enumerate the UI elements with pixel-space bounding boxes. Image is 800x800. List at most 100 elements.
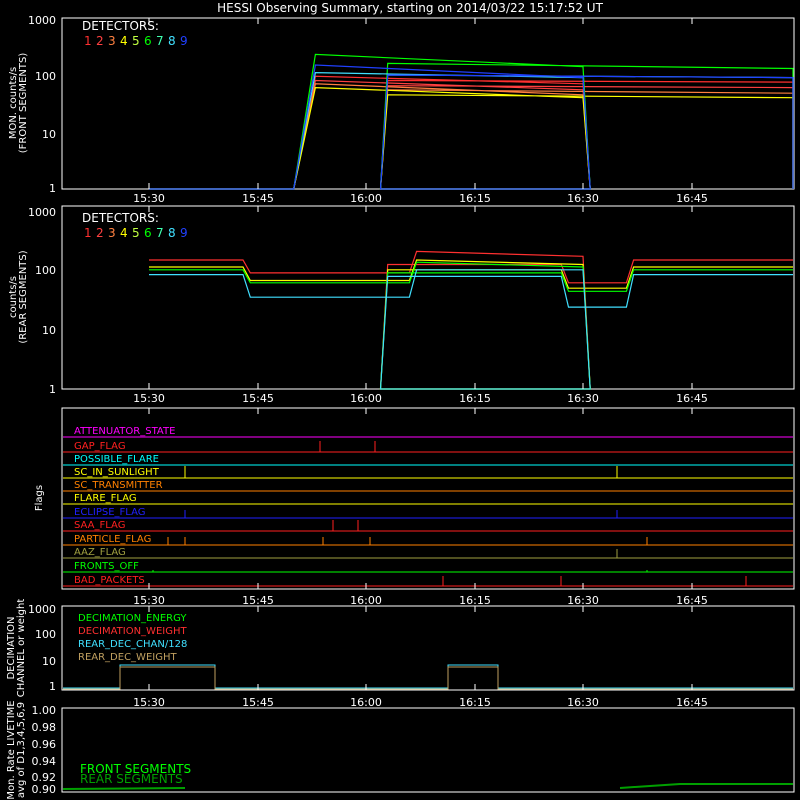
- x-tick-label: 16:30: [567, 392, 599, 405]
- legend-det-number: 4: [120, 226, 128, 240]
- series-line-det-4: [149, 259, 793, 390]
- flag-label: PARTICLE_FLAG: [74, 534, 151, 545]
- front-ytick-10: 10: [42, 128, 56, 141]
- front-legend-title: DETECTORS:: [82, 19, 159, 33]
- x-axis-ticks: 15:30 15:45 16:00 16:15 16:30 16:45 15:30 15:45…: [133, 18, 708, 709]
- rear-legend-numbers: 123456789: [84, 226, 188, 240]
- legend-det-number: 5: [132, 226, 140, 240]
- x-tick-label: 16:30: [567, 696, 599, 709]
- dec-legend-item: REAR_DEC_CHAN/128: [78, 639, 187, 650]
- flag-label: FRONTS_OFF: [74, 561, 139, 572]
- x-tick-label: 16:45: [676, 392, 708, 405]
- dec-legend-item: REAR_DEC_WEIGHT: [78, 652, 177, 663]
- x-tick-label: 16:15: [459, 192, 491, 205]
- x-tick-label: 16:15: [459, 594, 491, 607]
- flag-label: BAD_PACKETS: [74, 575, 145, 586]
- dec-rear-chan-line: [63, 664, 793, 689]
- front-panel: 1000 100 10 1 MON. counts/s (FRONT SEGME…: [8, 14, 795, 195]
- rear-ytick-1000: 1000: [28, 206, 56, 219]
- legend-det-number: 2: [96, 34, 104, 48]
- x-tick-label: 16:00: [350, 594, 382, 607]
- legend-det-number: 3: [108, 226, 116, 240]
- rear-ytick-10: 10: [42, 324, 56, 337]
- rear-ylabel-line2: (REAR SEGMENTS): [18, 250, 29, 343]
- rear-panel: 1000 100 10 1 counts/s (REAR SEGMENTS) D…: [8, 205, 795, 396]
- legend-det-number: 7: [156, 34, 164, 48]
- flags-rows: ATTENUATOR_STATE GAP_FLAG POSSIBLE_FLARE SC…: [63, 426, 793, 587]
- dec-ytick-100: 100: [35, 628, 56, 641]
- x-tick-label: 15:45: [242, 696, 274, 709]
- lt-ytick-100: 1.00: [32, 704, 57, 717]
- legend-det-number: 1: [84, 226, 92, 240]
- flag-label: SAA_FLAG: [74, 520, 125, 531]
- flag-label: FLARE_FLAG: [74, 493, 137, 504]
- series-line-det-6: [149, 53, 794, 190]
- legend-det-number: 6: [144, 34, 152, 48]
- legend-det-number: 9: [180, 34, 188, 48]
- x-tick-label: 16:45: [676, 696, 708, 709]
- x-tick-label: 16:45: [676, 192, 708, 205]
- rear-ytick-100: 100: [35, 264, 56, 277]
- x-tick-label: 16:15: [459, 392, 491, 405]
- x-tick-label: 15:30: [133, 192, 165, 205]
- front-ylabel-line2: (FRONT SEGMENTS): [18, 53, 29, 154]
- dec-legend: DECIMATION_ENERGY DECIMATION_WEIGHT REAR_D…: [78, 613, 187, 663]
- dec-ytick-1000: 1000: [28, 603, 56, 616]
- flag-label: AAZ_FLAG: [74, 547, 126, 558]
- rear-ytick-1: 1: [49, 383, 56, 396]
- x-tick-label: 15:30: [133, 696, 165, 709]
- legend-det-number: 1: [84, 34, 92, 48]
- front-series-group: [149, 53, 794, 190]
- flag-label: SC_IN_SUNLIGHT: [74, 467, 160, 478]
- x-tick-label: 15:30: [133, 392, 165, 405]
- legend-det-number: 5: [132, 34, 140, 48]
- lt-ytick-098: 0.98: [32, 721, 57, 734]
- flag-label: POSSIBLE_FLARE: [74, 454, 159, 465]
- front-ytick-100: 100: [35, 70, 56, 83]
- lt-legend-rear: REAR SEGMENTS: [80, 772, 183, 786]
- x-tick-label: 15:45: [242, 594, 274, 607]
- legend-det-number: 4: [120, 34, 128, 48]
- x-tick-label: 15:30: [133, 594, 165, 607]
- series-line-det-8: [149, 269, 793, 390]
- flag-label: ECLIPSE_FLAG: [74, 507, 145, 518]
- dec-ylabel-line2: CHANNEL or weight: [16, 599, 27, 698]
- series-line-det-9: [149, 64, 794, 190]
- legend-det-number: 7: [156, 226, 164, 240]
- x-tick-label: 16:00: [350, 696, 382, 709]
- legend-det-number: 9: [180, 226, 188, 240]
- legend-det-number: 8: [168, 34, 176, 48]
- rear-legend-title: DETECTORS:: [82, 211, 159, 225]
- legend-det-number: 2: [96, 226, 104, 240]
- x-tick-label: 15:45: [242, 392, 274, 405]
- x-tick-label: 16:00: [350, 192, 382, 205]
- dec-rear-weight-line: [63, 666, 793, 690]
- legend-det-number: 8: [168, 226, 176, 240]
- dec-legend-item: DECIMATION_WEIGHT: [78, 626, 187, 637]
- lt-ytick-096: 0.96: [32, 738, 57, 751]
- x-tick-label: 16:30: [567, 594, 599, 607]
- flag-label: SC_TRANSMITTER: [74, 480, 163, 491]
- series-line-det-3: [149, 83, 794, 190]
- dec-legend-item: DECIMATION_ENERGY: [78, 613, 187, 624]
- dec-ytick-1: 1: [49, 680, 56, 693]
- dec-ytick-10: 10: [42, 655, 56, 668]
- flags-ylabel: Flags: [34, 485, 45, 511]
- flags-panel: Flags ATTENUATOR_STATE GAP_FLAG POSSIBLE_F…: [34, 407, 795, 590]
- lt-ytick-090: 0.90: [32, 783, 57, 796]
- lt-ytick-094: 0.94: [32, 755, 57, 768]
- lt-ylabel-line2: avg of D1,3,4,5,6,9: [16, 702, 27, 798]
- x-tick-label: 16:30: [567, 192, 599, 205]
- x-tick-label: 15:45: [242, 192, 274, 205]
- front-ytick-1000: 1000: [28, 14, 56, 27]
- plot-title: HESSI Observing Summary, starting on 201…: [217, 1, 603, 15]
- decimation-panel: 1000 100 10 1 DECIMATION CHANNEL or weig…: [6, 599, 795, 698]
- rear-series-group: [149, 250, 793, 390]
- flag-label: GAP_FLAG: [74, 441, 126, 452]
- flag-label: ATTENUATOR_STATE: [74, 426, 175, 437]
- legend-det-number: 6: [144, 226, 152, 240]
- x-tick-label: 16:15: [459, 696, 491, 709]
- x-tick-label: 16:00: [350, 392, 382, 405]
- livetime-panel: 1.00 0.98 0.96 0.94 0.92 0.90 Mon. Rate …: [6, 700, 795, 800]
- front-ytick-1: 1: [49, 182, 56, 195]
